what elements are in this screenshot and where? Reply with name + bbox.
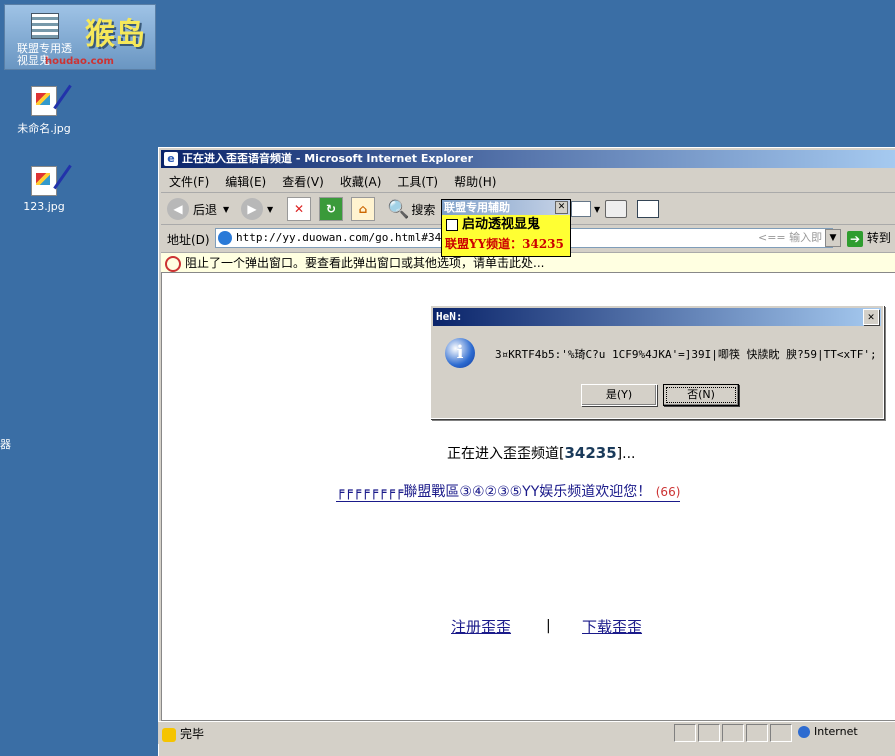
refresh-button[interactable]: ↻ [319,196,343,222]
edit-page-icon [637,200,659,218]
status-bar: 完毕 Internet [158,721,895,744]
stop-button[interactable]: ✕ [287,196,311,222]
logo-url: houdao.com [45,56,114,67]
status-text: 完毕 [162,725,204,742]
menu-view[interactable]: 查看(V) [274,170,332,190]
forward-button[interactable]: ▶ ▼ [241,196,273,222]
window-titlebar[interactable]: e 正在进入歪歪语音频道 - Microsoft Internet Explore… [161,150,895,168]
message-dialog: HeN: ✕ i 3¤KRTF4b5:'%琦C?u 1CF9%4JKA'=]39… [430,305,884,419]
yes-button[interactable]: 是(Y) [581,384,657,406]
dialog-message: 3¤KRTF4b5:'%琦C?u 1CF9%4JKA'=]39I|唧筷 快牍眈 … [495,348,877,361]
page-icon [218,231,232,245]
entering-channel-text: 正在进入歪歪频道[34235]... [447,444,636,462]
shield-icon [162,727,176,742]
mail-dropdown-icon[interactable]: ▼ [594,205,600,214]
home-button[interactable]: ⌂ [351,196,375,222]
menu-help[interactable]: 帮助(H) [446,170,504,190]
back-button[interactable]: ◀ 后退 ▼ [167,196,229,222]
desktop-logo[interactable]: 猴岛 联盟专用透 视显鬼 houdao.com [4,4,156,70]
desktop-icon-123-jpg[interactable]: 123.jpg [4,166,84,213]
search-button[interactable]: 🔍 搜索 [387,196,435,222]
logo-thumbnail [31,13,59,39]
stop-icon: ✕ [287,197,311,221]
menu-file[interactable]: 文件(F) [161,170,217,190]
plugin-channel-link[interactable]: 联盟YY频道：34235 [442,235,570,252]
menu-favorites[interactable]: 收藏(A) [332,170,390,190]
edit-button[interactable] [637,196,659,222]
mail-icon [571,201,591,217]
register-link[interactable]: 注册歪歪 [451,616,511,637]
image-file-icon [31,166,57,196]
desktop-icon-label: 未命名.jpg [17,122,71,135]
menu-edit[interactable]: 编辑(E) [217,170,274,190]
online-count: (66) [655,485,681,499]
security-zone[interactable]: Internet [798,725,858,738]
desktop-icon-untitled-jpg[interactable]: 未命名.jpg [4,86,84,136]
channel-id: 34235 [564,444,617,462]
blocked-icon [165,255,181,272]
no-button[interactable]: 否(N) [663,384,739,406]
mail-button[interactable]: ▼ [571,196,600,222]
plugin-checkbox-row[interactable]: 启动透视显鬼 [442,215,570,235]
dialog-close-icon[interactable]: ✕ [863,309,879,325]
welcome-link[interactable]: ╒╒╒╒╒╒╒╒聯盟戰區③④②③⑤YY娱乐频道欢迎您！ (66) [336,481,681,502]
forward-arrow-icon: ▶ [241,198,263,220]
desktop-edge-text: 器 [0,438,11,451]
ie-icon: e [164,152,178,166]
forward-dropdown-icon[interactable]: ▼ [267,205,273,214]
dialog-titlebar[interactable]: HeN: ✕ [433,308,881,326]
address-dropdown-icon[interactable]: ▼ [825,229,841,247]
popup-blocker-status-icon[interactable] [698,724,720,742]
globe-icon [798,726,810,738]
search-hint: <== 输入即可搜索 [758,231,823,244]
desktop-icon-label: 123.jpg [23,200,65,213]
status-cell [746,724,768,742]
plugin-titlebar[interactable]: 联盟专用辅助 ✕ [442,200,570,215]
search-icon: 🔍 [387,198,410,220]
menu-tools[interactable]: 工具(T) [389,170,446,190]
print-button[interactable] [605,196,627,222]
link-separator: | [546,618,551,634]
go-button[interactable]: ➔ 转到 [847,229,891,247]
back-dropdown-icon[interactable]: ▼ [223,205,229,214]
home-icon: ⌂ [351,197,375,221]
address-label: 地址(D) [167,233,210,247]
plugin-checkbox[interactable] [446,218,458,231]
assist-plugin-panel: 联盟专用辅助 ✕ 启动透视显鬼 联盟YY频道：34235 [441,199,571,257]
go-arrow-icon: ➔ [847,230,863,247]
plugin-close-icon[interactable]: ✕ [555,201,568,214]
print-icon [605,200,627,218]
menu-bar: 文件(F) 编辑(E) 查看(V) 收藏(A) 工具(T) 帮助(H) [161,170,895,193]
image-file-icon [31,86,57,116]
status-cell [722,724,744,742]
status-cell [674,724,696,742]
download-link[interactable]: 下载歪歪 [582,616,642,637]
back-arrow-icon: ◀ [167,198,189,220]
status-cell [770,724,792,742]
refresh-icon: ↻ [319,197,343,221]
info-icon: i [445,338,475,368]
window-title: 正在进入歪歪语音频道 - Microsoft Internet Explorer [182,152,473,165]
logo-text: 猴岛 [85,17,145,52]
